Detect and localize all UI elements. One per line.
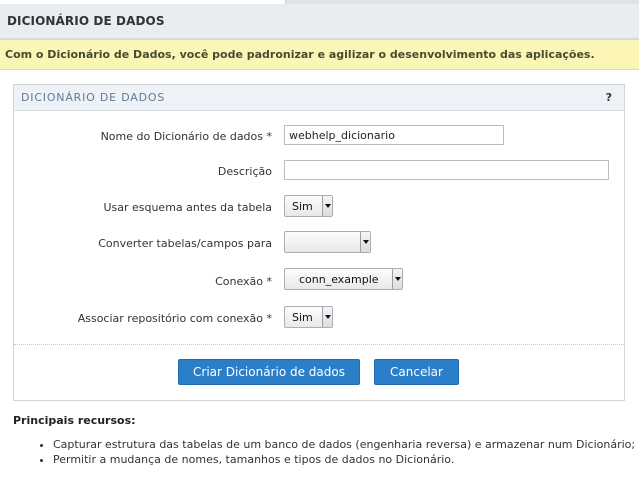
dictionary-form-panel: DICIONÁRIO DE DADOS ? Nome do Dicionário… xyxy=(13,84,625,401)
page-title: DICIONÁRIO DE DADOS xyxy=(7,14,165,28)
connection-value: conn_example xyxy=(299,273,379,286)
form-divider xyxy=(14,344,624,345)
help-button[interactable]: ? xyxy=(606,91,612,104)
associate-repo-value: Sim xyxy=(292,311,313,324)
convert-label: Converter tabelas/campos para xyxy=(98,237,272,250)
associate-repo-select[interactable]: Sim xyxy=(284,306,333,328)
associate-repo-label: Associar repositório com conexão * xyxy=(77,312,272,325)
connection-select[interactable]: conn_example xyxy=(284,268,403,290)
chevron-down-icon xyxy=(322,307,332,327)
features-title: Principais recursos: xyxy=(13,414,136,427)
use-schema-label: Usar esquema antes da tabela xyxy=(103,201,272,214)
features-list: Capturar estrutura das tabelas de um ban… xyxy=(37,437,635,467)
cancel-button[interactable]: Cancelar xyxy=(374,359,459,385)
page-header: DICIONÁRIO DE DADOS xyxy=(0,4,639,39)
chevron-down-icon xyxy=(360,232,370,252)
use-schema-value: Sim xyxy=(292,200,313,213)
list-item: Capturar estrutura das tabelas de um ban… xyxy=(53,437,635,452)
description-label: Descrição xyxy=(217,165,272,178)
notice-text: Com o Dicionário de Dados, você pode pad… xyxy=(5,48,595,61)
description-input[interactable] xyxy=(284,160,609,180)
chevron-down-icon xyxy=(392,269,402,289)
panel-header: DICIONÁRIO DE DADOS ? xyxy=(14,85,624,111)
convert-select[interactable] xyxy=(284,231,371,253)
use-schema-select[interactable]: Sim xyxy=(284,195,333,217)
connection-label: Conexão * xyxy=(215,275,272,288)
panel-title: DICIONÁRIO DE DADOS xyxy=(21,91,166,104)
list-item: Permitir a mudança de nomes, tamanhos e … xyxy=(53,452,635,467)
create-dictionary-button[interactable]: Criar Dicionário de dados xyxy=(178,359,360,385)
info-notice: Com o Dicionário de Dados, você pode pad… xyxy=(0,39,639,70)
name-label: Nome do Dicionário de dados * xyxy=(100,130,272,143)
chevron-down-icon xyxy=(322,196,332,216)
dictionary-name-input[interactable] xyxy=(284,125,504,145)
